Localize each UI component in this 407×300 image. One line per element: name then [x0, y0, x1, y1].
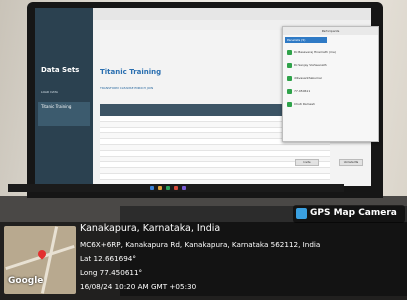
google-logo: Google [8, 276, 44, 286]
participant-row[interactable]: Chuti Ramesh [287, 99, 373, 109]
panel-title: Participants [283, 27, 378, 35]
longitude: Long 77.450611° [80, 268, 143, 277]
latitude: Lat 12.661694° [80, 254, 136, 263]
sidebar-title: Data Sets [41, 66, 80, 74]
dataset-title: Titanic Training [100, 68, 162, 76]
map-road [40, 226, 59, 294]
participants-panel: Participants Panelists (5) Dr.Basavaraj … [282, 26, 379, 166]
sidebar-item-selected[interactable]: Titanic Training [41, 104, 71, 109]
avatar [287, 88, 292, 94]
avatar [287, 62, 292, 68]
tab-panelists[interactable]: Panelists (5) [285, 37, 327, 43]
unmute-button[interactable]: Unmute Me [339, 159, 363, 166]
avatar [287, 101, 292, 107]
sidebar [35, 8, 93, 186]
participant-row[interactable]: Dr.Basavaraj Hiremath (me) [287, 47, 373, 57]
participant-row[interactable]: 77.450611 [287, 86, 373, 96]
taskbar-app-icon[interactable] [166, 186, 170, 190]
taskbar-app-icon[interactable] [174, 186, 178, 190]
gps-camera-icon [296, 208, 307, 219]
sidebar-item-load-data[interactable]: LOAD DATA [41, 90, 58, 94]
place-name: Kanakapura, Karnataka, India [80, 223, 221, 234]
gps-brand: GPS Map Camera [310, 208, 397, 218]
participant-row[interactable]: Dr.Sanjay Vishwanath [287, 60, 373, 70]
address: MC6X+6RP, Kanakapura Rd, Kanakapura, Kar… [80, 240, 321, 249]
avatar [287, 75, 292, 81]
taskbar-folder-icon[interactable] [158, 186, 162, 190]
taskbar-app-icon[interactable] [150, 186, 154, 190]
datetime: 16/08/24 10:20 AM GMT +05:30 [80, 282, 197, 291]
participant-row[interactable]: dlbvasanthakumar [287, 73, 373, 83]
invite-button[interactable]: Invite [295, 159, 319, 166]
taskbar-app-icon[interactable] [182, 186, 186, 190]
avatar [287, 49, 292, 55]
